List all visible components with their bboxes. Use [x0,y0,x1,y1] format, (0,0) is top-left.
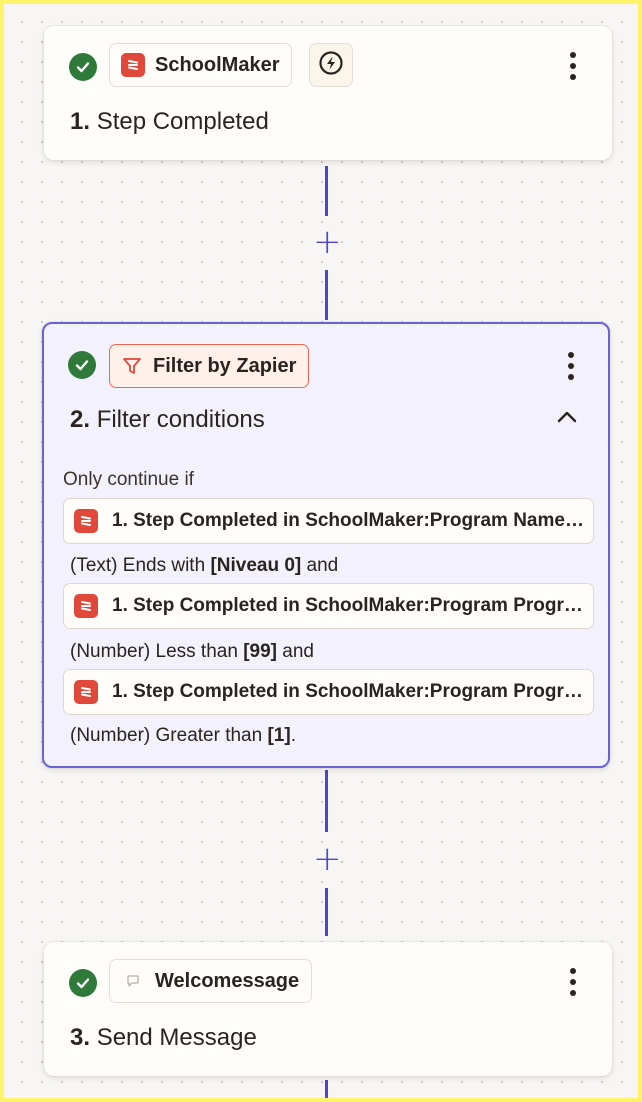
filter-intro: Only continue if [63,469,194,490]
condition-rule: (Number) Less than [99] and [70,641,314,662]
condition-field[interactable]: 1. Step Completed in SchoolMaker:Program… [63,498,594,544]
zap-editor-canvas: + + SchoolMaker 1. Step Completed Filter… [0,0,642,1102]
schoolmaker-icon [121,53,145,77]
app-chip[interactable]: Filter by Zapier [109,344,310,388]
add-step-button[interactable]: + [313,225,342,259]
lightning-icon [318,50,344,81]
more-options-icon[interactable] [558,48,588,84]
app-name: SchoolMaker [155,53,280,76]
step-card-3[interactable]: Welcomessage 3. Send Message [44,942,612,1076]
instant-trigger-badge[interactable] [309,43,353,87]
step-title: 3. Send Message [70,1024,257,1051]
condition-rule: (Text) Ends with [Niveau 0] and [70,555,339,576]
more-options-icon[interactable] [558,964,588,1000]
app-name: Welcomessage [155,969,300,992]
add-step-button[interactable]: + [313,842,342,876]
more-options-icon[interactable] [556,348,586,384]
filter-icon [121,355,143,377]
app-chip[interactable]: Welcomessage [109,959,313,1003]
connector-line [325,770,328,832]
app-chip[interactable]: SchoolMaker [109,43,293,87]
condition-field-label: 1. Step Completed in SchoolMaker:Program… [112,681,593,702]
connector-line [325,166,328,216]
step-title: 1. Step Completed [70,108,269,135]
condition-field-label: 1. Step Completed in SchoolMaker:Program… [112,595,593,616]
completed-check-icon [68,351,96,379]
schoolmaker-icon [74,509,98,533]
completed-check-icon [69,969,97,997]
condition-rule: (Number) Greater than [1]. [70,725,296,746]
chat-bubble-icon [121,973,145,989]
step-card-1[interactable]: SchoolMaker 1. Step Completed [44,26,612,160]
completed-check-icon [69,53,97,81]
connector-line [325,888,328,936]
connector-line [325,270,328,320]
chevron-up-icon[interactable] [554,406,580,428]
schoolmaker-icon [74,594,98,618]
condition-field[interactable]: 1. Step Completed in SchoolMaker:Program… [63,583,594,629]
step-title: 2. Filter conditions [70,406,265,433]
app-name: Filter by Zapier [153,354,297,377]
step-card-2[interactable]: Filter by Zapier 2. Filter conditions On… [42,322,610,768]
condition-field-label: 1. Step Completed in SchoolMaker:Program… [112,510,593,531]
connector-line [325,1080,328,1098]
schoolmaker-icon [74,680,98,704]
condition-field[interactable]: 1. Step Completed in SchoolMaker:Program… [63,669,594,715]
